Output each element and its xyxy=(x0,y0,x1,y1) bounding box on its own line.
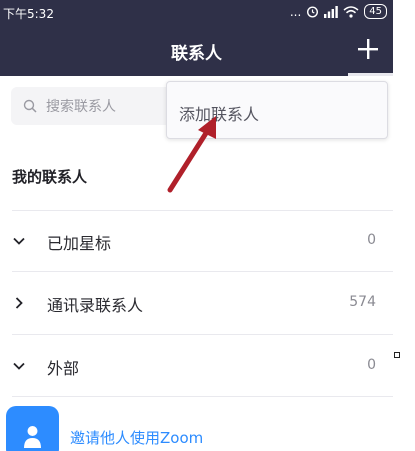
plus-icon xyxy=(358,39,378,59)
group-count: 574 xyxy=(349,294,376,310)
divider xyxy=(12,210,393,211)
avatar xyxy=(6,406,59,451)
nav-bar: 联系人 xyxy=(0,26,393,76)
add-button[interactable] xyxy=(355,36,381,62)
section-title: 我的联系人 xyxy=(12,168,88,186)
active-indicator xyxy=(348,73,393,76)
group-label: 已加星标 xyxy=(47,234,112,253)
search-icon xyxy=(23,99,37,113)
chevron-right-icon xyxy=(15,297,23,309)
invite-row[interactable]: 邀请他人使用Zoom xyxy=(0,400,393,451)
notification-dots: ... xyxy=(289,4,302,19)
status-time: 下午5:32 xyxy=(3,7,54,21)
person-icon xyxy=(24,426,41,448)
divider xyxy=(12,271,393,272)
add-menu-popup: 添加联系人 xyxy=(166,81,388,139)
page-title: 联系人 xyxy=(171,44,222,64)
invite-label: 邀请他人使用Zoom xyxy=(70,429,204,447)
scroll-marker xyxy=(394,352,400,358)
group-count: 0 xyxy=(367,232,376,248)
signal-icon xyxy=(324,5,339,18)
status-bar: 下午5:32 ... 45 xyxy=(0,0,393,26)
page: 下午5:32 ... 45 联系人 搜索联系人 我的联系人 已加星标 0 通讯录… xyxy=(0,0,415,451)
group-label: 通讯录联系人 xyxy=(47,296,144,315)
chevron-down-icon xyxy=(13,237,25,245)
divider xyxy=(12,396,393,397)
group-row-phone-contacts[interactable]: 通讯录联系人 574 xyxy=(0,274,393,332)
contacts-screen: 下午5:32 ... 45 联系人 搜索联系人 我的联系人 已加星标 0 通讯录… xyxy=(0,0,393,451)
group-row-starred[interactable]: 已加星标 0 xyxy=(0,212,393,270)
wifi-icon xyxy=(343,5,359,18)
group-row-external[interactable]: 外部 0 xyxy=(0,337,393,395)
group-count: 0 xyxy=(367,357,376,373)
group-label: 外部 xyxy=(47,359,80,378)
menu-item-add-contact[interactable]: 添加联系人 xyxy=(179,101,259,125)
chevron-down-icon xyxy=(13,362,25,370)
status-icons: ... 45 xyxy=(290,4,387,19)
alarm-icon xyxy=(307,6,319,18)
battery-icon: 45 xyxy=(364,4,387,19)
search-placeholder: 搜索联系人 xyxy=(46,99,116,115)
divider xyxy=(12,334,393,335)
